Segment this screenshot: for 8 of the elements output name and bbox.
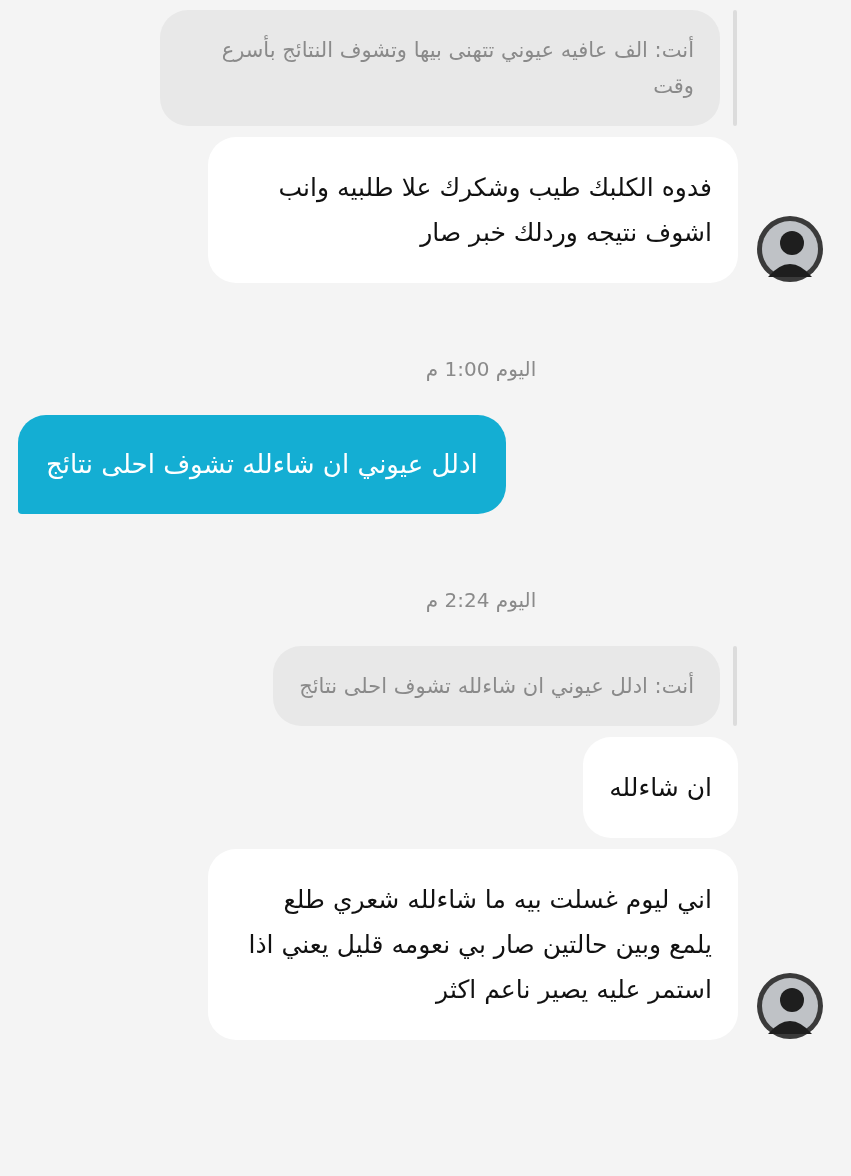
message-bubble: ادلل عيوني ان شاءلله تشوف احلى نتائج — [18, 415, 506, 514]
timestamp: اليوم 2:24 م — [425, 587, 537, 614]
message-bubble: اني ليوم غسلت بيه ما شاءلله شعري طلع يلمع وبين حالتين صار بي نعومه قليل يعني اذا استمر عليه يصير ناعم اكثر — [208, 849, 738, 1040]
quoted-message: أنت: ادلل عيوني ان شاءلله تشوف احلى نتائج — [273, 646, 720, 726]
quoted-message: أنت: الف عافيه عيوني تتهنى بيها وتشوف النتائج بأسرع وقت — [160, 10, 720, 126]
message-bubble: ان شاءلله — [583, 737, 738, 838]
message-bubble: فدوه الكلبك طيب وشكرك علا طلبيه وانب اشوف نتيجه وردلك خبر صار — [208, 137, 738, 283]
timestamp: اليوم 1:00 م — [425, 356, 537, 383]
